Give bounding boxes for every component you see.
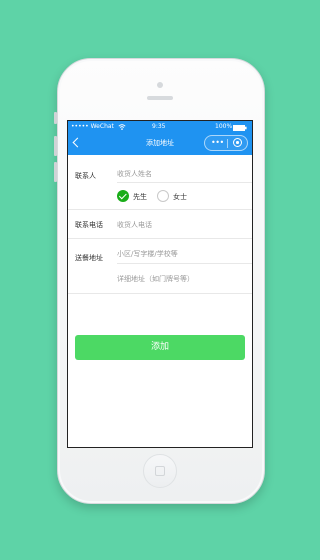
earpiece-speaker — [147, 96, 173, 100]
phone-input[interactable]: 收货人电话 — [117, 220, 152, 230]
divider — [68, 238, 252, 239]
mini-program-capsule: ••• — [204, 135, 248, 151]
carrier-label: ••••• WeChat — [71, 123, 114, 130]
detail-address-input[interactable]: 详细地址（如门牌号等） — [117, 274, 194, 284]
phone-screen: ••••• WeChat 9:35 100% 添加地址 ••• 联系人 收货人姓… — [67, 120, 253, 448]
front-camera — [157, 82, 163, 88]
address-input[interactable]: 小区/写字楼/学校等 — [117, 249, 178, 259]
status-time: 9:35 — [152, 123, 166, 130]
gender-mr-radio[interactable] — [117, 190, 129, 202]
divider — [68, 209, 252, 210]
divider — [68, 293, 252, 294]
name-input[interactable]: 收货人姓名 — [117, 169, 152, 179]
gender-mr-label[interactable]: 先生 — [133, 192, 147, 202]
gender-ms-label[interactable]: 女士 — [173, 192, 187, 202]
gender-ms-radio[interactable] — [157, 190, 169, 202]
home-button[interactable] — [143, 454, 177, 488]
navigation-bar: 添加地址 ••• — [68, 132, 252, 155]
contact-label: 联系人 — [75, 172, 96, 180]
volume-up-button — [54, 136, 57, 156]
close-target-icon[interactable] — [233, 138, 242, 147]
home-square-icon — [155, 466, 165, 476]
add-button[interactable]: 添加 — [75, 335, 245, 360]
capsule-divider — [227, 139, 228, 148]
volume-down-button — [54, 162, 57, 182]
phone-label: 联系电话 — [75, 221, 103, 229]
battery-percent: 100% — [215, 123, 233, 130]
more-dots-icon[interactable]: ••• — [211, 136, 224, 149]
mute-switch — [54, 112, 57, 124]
status-bar: ••••• WeChat 9:35 100% — [68, 121, 252, 132]
address-label: 送餐地址 — [75, 254, 103, 262]
divider — [117, 182, 252, 183]
divider — [117, 263, 252, 264]
